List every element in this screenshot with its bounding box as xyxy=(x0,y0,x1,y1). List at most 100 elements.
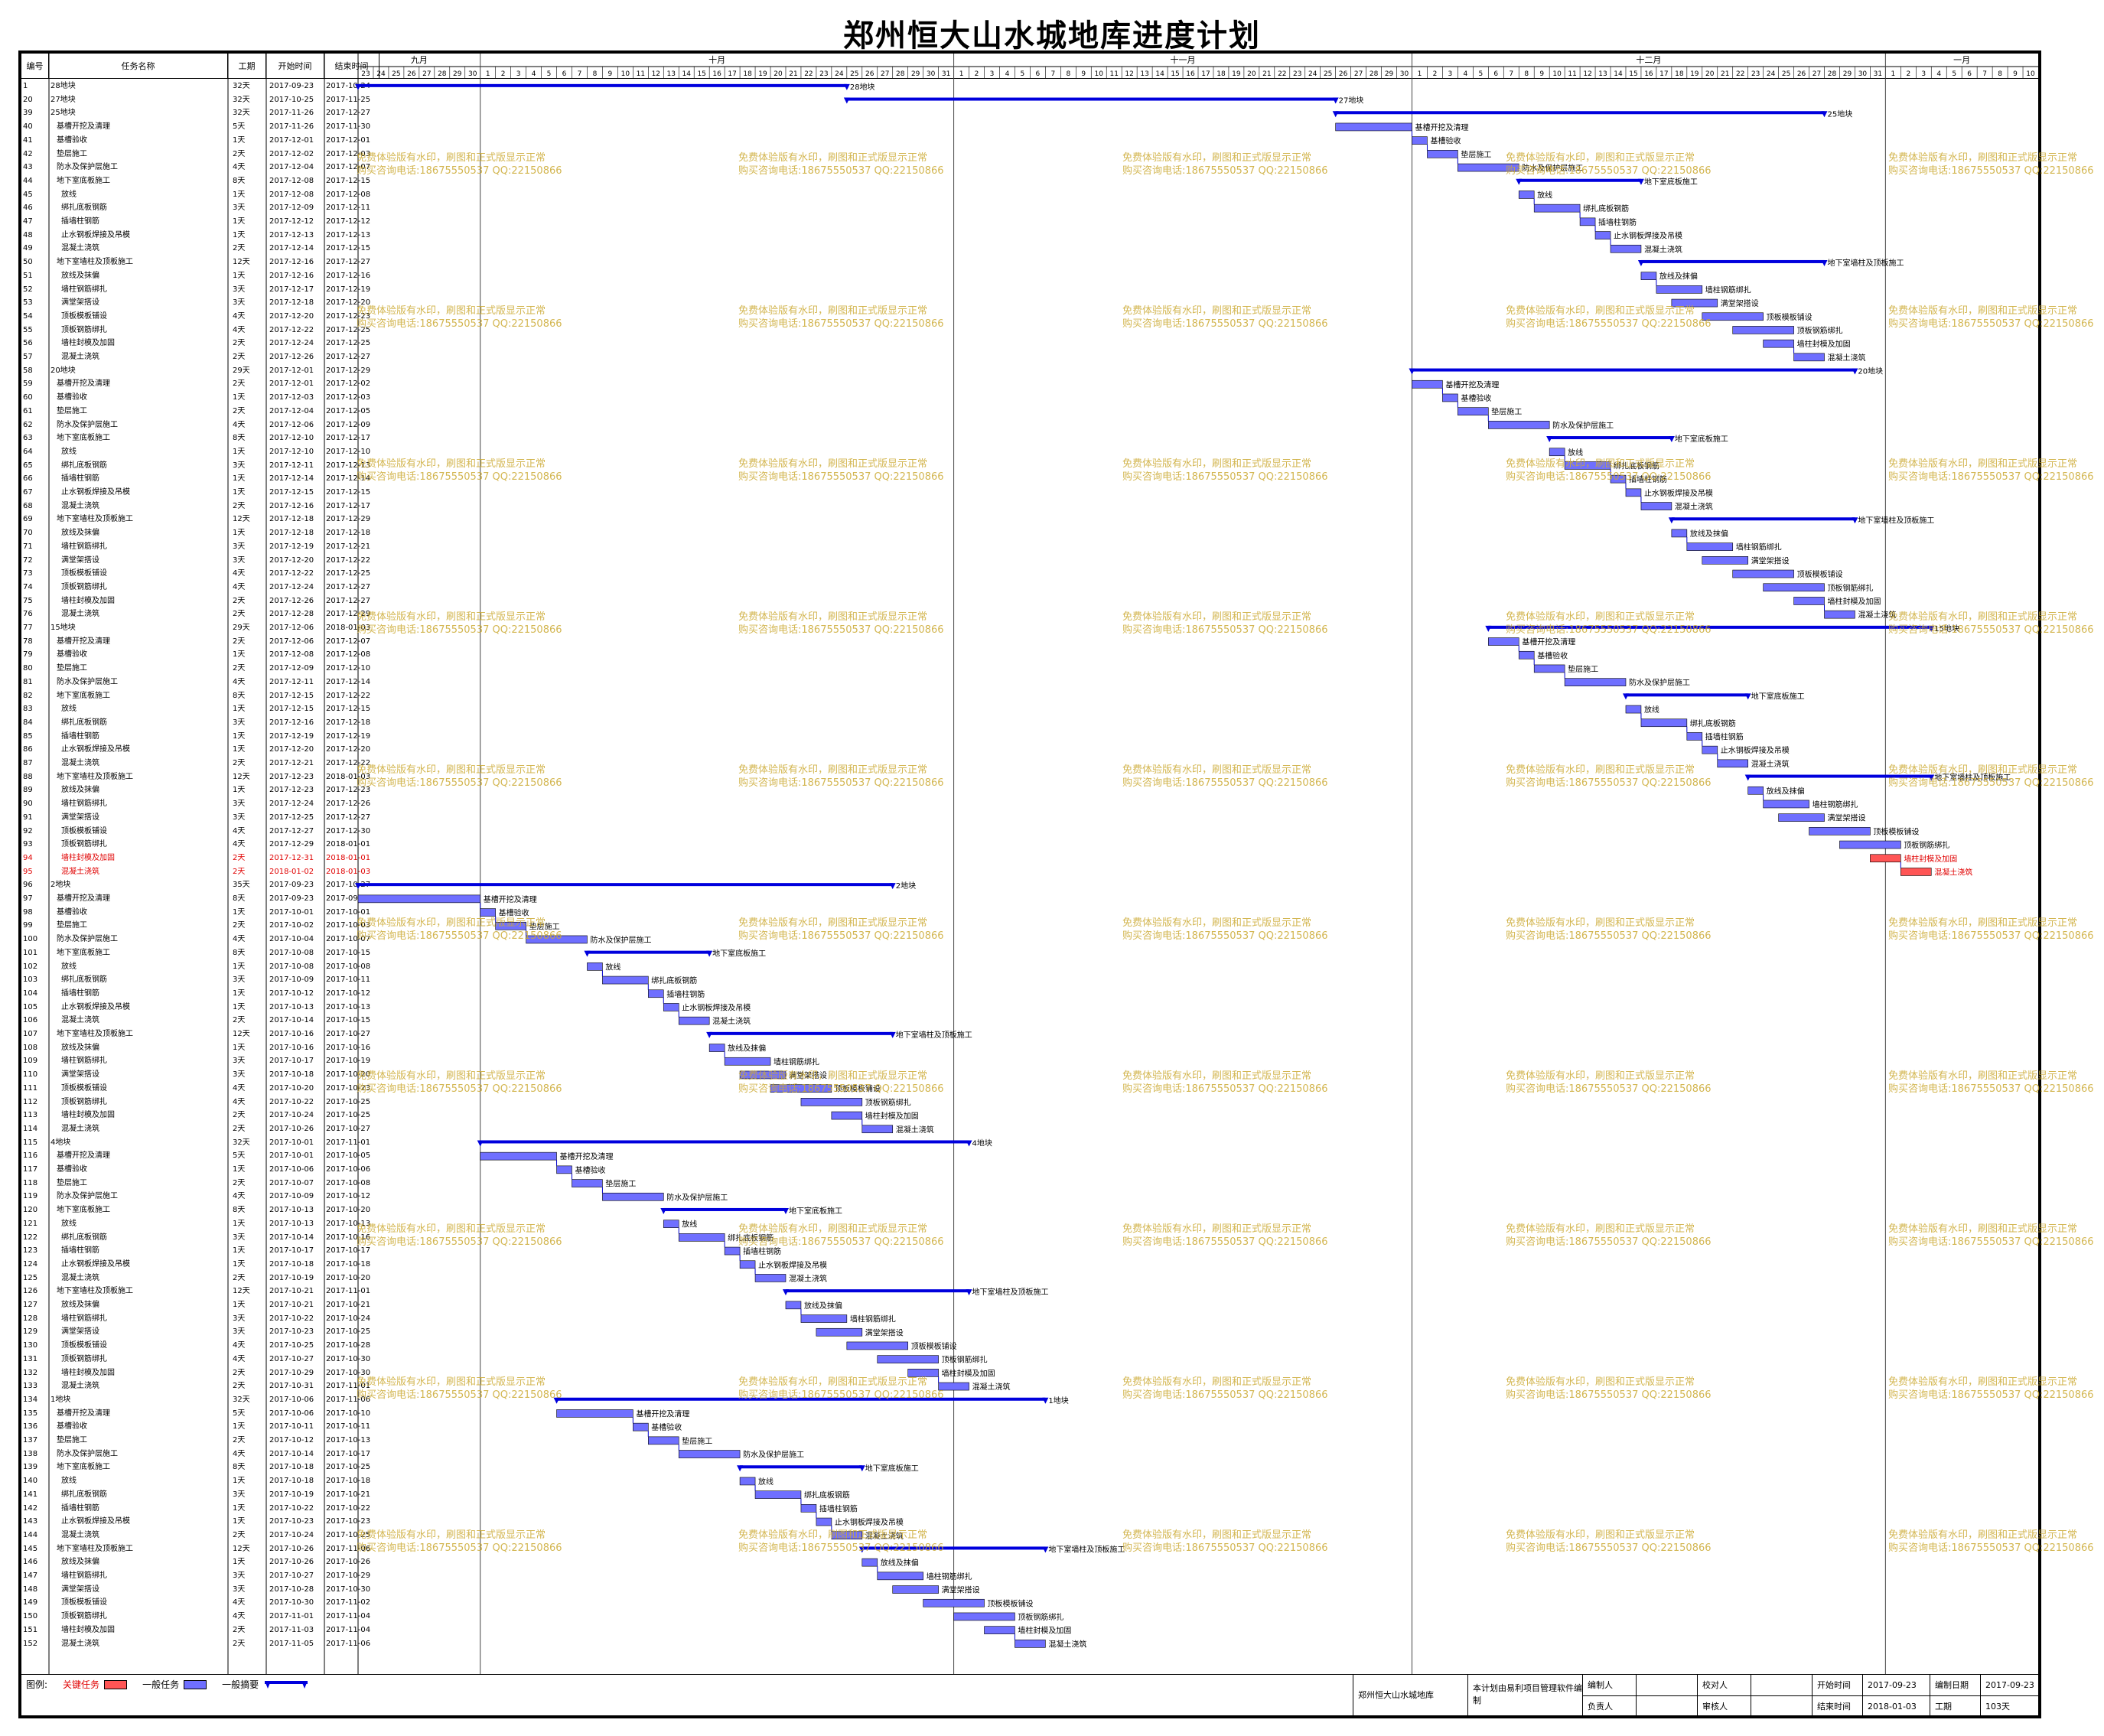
watermark-line2: 购买咨询电话:18675550537 QQ:22150866 xyxy=(357,624,562,636)
day-label: 25 xyxy=(1324,70,1332,78)
watermark-line1: 免费体验版有水印，刷图和正式版显示正常 xyxy=(1506,458,1695,470)
watermark-text: 免费体验版有水印，刷图和正式版显示正常 购买咨询电话:18675550537 QQ… xyxy=(738,917,944,943)
bar-label: 绑扎底板钢筋 xyxy=(1583,204,1629,213)
day-label: 11 xyxy=(1109,70,1118,78)
bar-label: 墙柱钢筋绑扎 xyxy=(927,1572,972,1581)
task-bar xyxy=(739,1260,756,1269)
footer-compiler-label: 编制人 xyxy=(1582,1675,1636,1695)
bar-label: 混凝土浇筑 xyxy=(1751,759,1790,769)
summary-bar xyxy=(1640,259,1825,263)
bar-label: 插墙柱钢筋 xyxy=(666,989,705,999)
day-label: 31 xyxy=(1874,70,1882,78)
bar-label: 基槽验收 xyxy=(575,1165,605,1175)
watermark-text: 免费体验版有水印，刷图和正式版显示正常 购买咨询电话:18675550537 QQ… xyxy=(1888,1223,2094,1249)
day-label: 31 xyxy=(942,70,950,78)
watermark-line2: 购买咨询电话:18675550537 QQ:22150866 xyxy=(357,1542,562,1554)
task-bar xyxy=(1625,705,1642,714)
task-bar xyxy=(480,908,496,917)
task-bar xyxy=(678,1233,725,1242)
bar-label: 混凝土浇筑 xyxy=(1048,1639,1086,1649)
day-label: 9 xyxy=(2013,70,2018,78)
task-bar xyxy=(892,1585,939,1594)
watermark-line2: 购买咨询电话:18675550537 QQ:22150866 xyxy=(1888,1236,2094,1248)
day-label: 8 xyxy=(593,70,598,78)
watermark-text: 免费体验版有水印，刷图和正式版显示正常 购买咨询电话:18675550537 QQ… xyxy=(1888,458,2094,484)
bar-label: 顶板钢筋绑扎 xyxy=(942,1355,988,1365)
day-label: 9 xyxy=(608,70,613,78)
day-label: 25 xyxy=(1782,70,1790,78)
watermark-line2: 购买咨询电话:18675550537 QQ:22150866 xyxy=(1888,1389,2094,1401)
bar-label: 地下室墙柱及顶板施工 xyxy=(1828,258,1904,268)
watermark-line1: 免费体验版有水印，刷图和正式版显示正常 xyxy=(1888,458,2078,470)
bar-label: 顶板钢筋绑扎 xyxy=(1904,840,1949,850)
footer-reviewer-value[interactable] xyxy=(1751,1675,1812,1695)
day-label: 16 xyxy=(1186,70,1195,78)
bar-label: 地下室墙柱及顶板施工 xyxy=(972,1287,1049,1297)
watermark-line2: 购买咨询电话:18675550537 QQ:22150866 xyxy=(357,1236,562,1248)
bar-label: 放线及抹偏 xyxy=(728,1044,766,1054)
bar-label: 顶板模板铺设 xyxy=(988,1598,1034,1608)
bar-label: 墙柱封模及加固 xyxy=(942,1368,995,1378)
footer-owner-value[interactable] xyxy=(1636,1695,1697,1716)
day-label: 8 xyxy=(1524,70,1529,78)
watermark-line1: 免费体验版有水印，刷图和正式版显示正常 xyxy=(1888,1529,2078,1541)
day-label: 13 xyxy=(1598,70,1607,78)
task-bar xyxy=(1579,217,1596,226)
day-label: 26 xyxy=(1797,70,1806,78)
task-bar xyxy=(1335,122,1412,132)
watermark-text: 免费体验版有水印，刷图和正式版显示正常 购买咨询电话:18675550537 QQ… xyxy=(1506,151,1712,178)
watermark-line1: 免费体验版有水印，刷图和正式版显示正常 xyxy=(1888,764,2078,776)
watermark-text: 免费体验版有水印，刷图和正式版显示正常 购买咨询电话:18675550537 QQ… xyxy=(1506,611,1712,637)
footer-compiler-value[interactable] xyxy=(1636,1675,1697,1695)
task-bar xyxy=(556,1165,572,1174)
legend-critical-label: 关键任务 xyxy=(63,1679,100,1690)
day-label: 19 xyxy=(1690,70,1699,78)
bar-label: 垫层施工 xyxy=(682,1436,712,1446)
watermark-line1: 免费体验版有水印，刷图和正式版显示正常 xyxy=(1122,1529,1312,1541)
task-bar xyxy=(556,1409,633,1418)
footer-reviewer-label: 校对人 xyxy=(1697,1675,1751,1695)
bar-label: 满堂架搭设 xyxy=(942,1585,980,1595)
task-bar xyxy=(1442,393,1458,402)
watermark-text: 免费体验版有水印，刷图和正式版显示正常 购买咨询电话:18675550537 QQ… xyxy=(738,1376,944,1402)
footer-software: 本计划由易利项目管理软件编制 xyxy=(1467,1675,1582,1716)
task-bar xyxy=(1610,244,1642,253)
task-bar xyxy=(633,1422,649,1431)
day-label: 24 xyxy=(376,70,386,78)
watermark-text: 免费体验版有水印，刷图和正式版显示正常 购买咨询电话:18675550537 QQ… xyxy=(1506,1223,1712,1249)
watermark-line1: 免费体验版有水印，刷图和正式版显示正常 xyxy=(1888,1070,2078,1082)
watermark-line2: 购买咨询电话:18675550537 QQ:22150866 xyxy=(738,777,944,789)
task-bar xyxy=(602,1192,664,1201)
day-label: 3 xyxy=(990,70,995,78)
day-label: 15 xyxy=(1629,70,1637,78)
watermark-line2: 购买咨询电话:18675550537 QQ:22150866 xyxy=(1506,471,1712,483)
bar-label: 放线 xyxy=(1537,190,1552,200)
bar-label: 垫层施工 xyxy=(605,1179,636,1189)
task-bar xyxy=(831,1111,863,1120)
watermark-line2: 购买咨询电话:18675550537 QQ:22150866 xyxy=(357,1083,562,1095)
watermark-text: 免费体验版有水印，刷图和正式版显示正常 购买咨询电话:18675550537 QQ… xyxy=(1506,764,1712,790)
bar-label: 地下室底板施工 xyxy=(1644,177,1698,187)
day-label: 7 xyxy=(578,70,582,78)
watermark-text: 免费体验版有水印，刷图和正式版显示正常 购买咨询电话:18675550537 QQ… xyxy=(738,1070,944,1096)
watermark-line1: 免费体验版有水印，刷图和正式版显示正常 xyxy=(738,1376,928,1388)
bar-label: 基槽开挖及清理 xyxy=(484,894,537,904)
day-label: 12 xyxy=(1125,70,1133,78)
bar-label: 放线 xyxy=(1568,448,1583,458)
watermark-text: 免费体验版有水印，刷图和正式版显示正常 购买咨询电话:18675550537 QQ… xyxy=(1506,458,1712,484)
day-label: 2 xyxy=(501,70,506,78)
day-label: 15 xyxy=(1171,70,1179,78)
watermark-text: 免费体验版有水印，刷图和正式版显示正常 购买咨询电话:18675550537 QQ… xyxy=(738,305,944,331)
watermark-text: 免费体验版有水印，刷图和正式版显示正常 购买咨询电话:18675550537 QQ… xyxy=(1888,305,2094,331)
bar-label: 基槽验收 xyxy=(1537,650,1568,660)
task-bar xyxy=(1671,529,1688,538)
watermark-line1: 免费体验版有水印，刷图和正式版显示正常 xyxy=(1122,305,1312,317)
footer-approver-value[interactable] xyxy=(1751,1695,1812,1716)
task-bar xyxy=(1412,136,1428,145)
watermark-line1: 免费体验版有水印，刷图和正式版显示正常 xyxy=(1506,1529,1695,1541)
watermark-line2: 购买咨询电话:18675550537 QQ:22150866 xyxy=(1122,930,1328,942)
day-label: 13 xyxy=(667,70,676,78)
watermark-line2: 购买咨询电话:18675550537 QQ:22150866 xyxy=(1122,1542,1328,1554)
day-label: 6 xyxy=(1036,70,1041,78)
bar-label: 防水及保护层施工 xyxy=(743,1450,804,1460)
